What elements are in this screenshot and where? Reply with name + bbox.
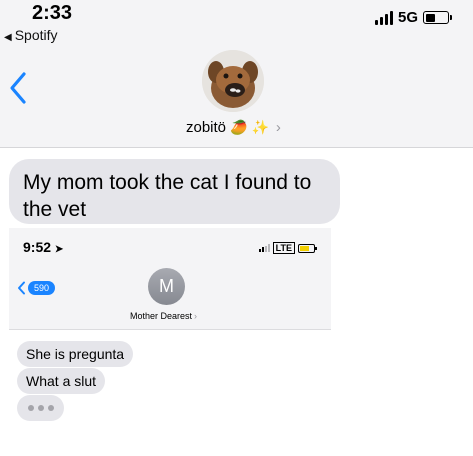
embedded-chevron-right-icon: › <box>194 311 198 321</box>
embedded-message-bubble: She is pregunta <box>17 341 134 367</box>
typing-dot <box>47 405 54 411</box>
back-chevron-icon[interactable] <box>8 70 28 106</box>
attached-screenshot-image[interactable]: 9:52 ➤ LTE 590 M Mother Dearest › She is … <box>9 228 331 456</box>
embedded-back-chevron-icon <box>18 281 25 295</box>
embedded-status-indicators: LTE <box>258 242 317 254</box>
embedded-message-bubble: What a slut <box>17 368 106 394</box>
conversation-header: 2:33 ◀ Spotify 5G zobitö 🥭 ✨ › <box>0 0 473 148</box>
signal-strength-icon <box>374 10 393 25</box>
status-indicators: 5G <box>374 9 452 26</box>
contact-name-button[interactable]: zobitö 🥭 ✨ › <box>186 119 281 136</box>
contact-name-text: zobitö <box>186 119 227 136</box>
sparkle-emoji: ✨ <box>251 119 269 135</box>
typing-dot <box>37 405 44 411</box>
embedded-battery-icon <box>298 243 317 253</box>
embedded-contact-avatar: M <box>148 268 185 305</box>
network-type: 5G <box>397 9 418 26</box>
dog-face-image <box>202 50 264 112</box>
location-arrow-icon: ➤ <box>54 244 64 255</box>
embedded-contact-name-text: Mother Dearest <box>130 311 193 321</box>
mango-emoji: 🥭 <box>230 119 248 135</box>
battery-icon <box>423 11 452 24</box>
back-to-app-link[interactable]: ◀ Spotify <box>4 27 58 43</box>
embedded-status-time: 9:52 ➤ <box>23 239 63 255</box>
chevron-right-icon: › <box>275 119 281 136</box>
embedded-network-type: LTE <box>272 242 295 254</box>
embedded-contact-name: Mother Dearest › <box>130 311 197 321</box>
embedded-conversation-header: 9:52 ➤ LTE 590 M Mother Dearest › <box>9 228 331 330</box>
status-time: 2:33 <box>32 2 73 24</box>
embedded-back-button: 590 <box>17 281 56 295</box>
contact-avatar[interactable] <box>202 50 264 112</box>
back-triangle-icon: ◀ <box>4 32 12 43</box>
unread-count-badge: 590 <box>28 281 56 295</box>
typing-dot <box>27 405 34 411</box>
embedded-signal-icon <box>258 244 270 252</box>
typing-indicator <box>17 395 64 421</box>
back-app-label: Spotify <box>14 27 58 43</box>
incoming-message-bubble[interactable]: My mom took the cat I found to the vet <box>9 159 340 224</box>
embedded-time-text: 9:52 <box>23 239 52 255</box>
